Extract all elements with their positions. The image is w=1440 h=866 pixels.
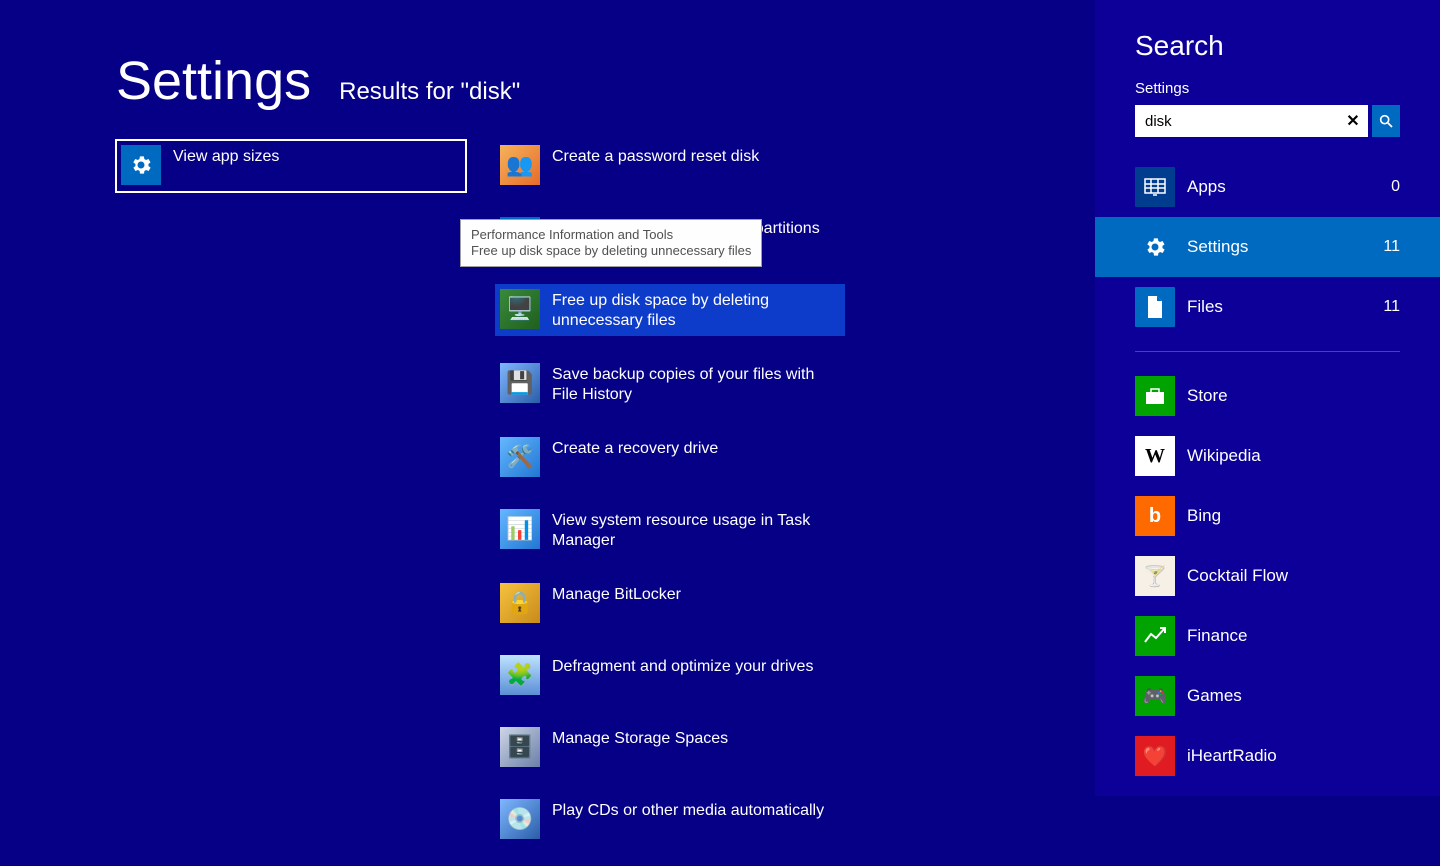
result-recovery-drive[interactable]: 🛠️ Create a recovery drive [495, 432, 845, 482]
search-app-bing[interactable]: b Bing [1095, 486, 1440, 546]
bitlocker-icon: 🔒 [500, 583, 540, 623]
category-label: Files [1187, 297, 1371, 317]
result-label: Defragment and optimize your drives [552, 655, 813, 677]
clear-icon[interactable]: ✕ [1344, 111, 1362, 131]
cocktail-icon: 🍸 [1135, 556, 1175, 596]
app-label: Bing [1187, 506, 1221, 526]
search-icon [1378, 113, 1394, 129]
result-file-history[interactable]: 💾 Save backup copies of your files with … [495, 358, 845, 410]
gear-icon [1135, 227, 1175, 267]
result-defragment[interactable]: 🧩 Defragment and optimize your drives [495, 650, 845, 700]
games-icon: 🎮 [1135, 676, 1175, 716]
page-title: Settings [116, 50, 311, 112]
search-title: Search [1135, 30, 1400, 62]
monitor-icon: 🖥️ [500, 289, 540, 329]
app-label: Games [1187, 686, 1242, 706]
category-label: Settings [1187, 237, 1371, 257]
result-label: Create a password reset disk [552, 145, 759, 167]
result-label: Create a recovery drive [552, 437, 718, 459]
search-scope: Settings [1135, 80, 1400, 97]
tooltip-title: Performance Information and Tools [471, 227, 751, 243]
result-task-manager[interactable]: 📊 View system resource usage in Task Man… [495, 504, 845, 556]
results-column-1: View app sizes [116, 140, 466, 214]
search-app-iheartradio[interactable]: ❤️ iHeartRadio [1095, 726, 1440, 786]
wikipedia-icon: W [1135, 436, 1175, 476]
app-label: Wikipedia [1187, 446, 1261, 466]
app-label: iHeartRadio [1187, 746, 1277, 766]
finance-icon [1135, 616, 1175, 656]
divider [1135, 351, 1400, 352]
search-input[interactable] [1145, 113, 1344, 130]
recovery-icon: 🛠️ [500, 437, 540, 477]
search-app-games[interactable]: 🎮 Games [1095, 666, 1440, 726]
category-apps[interactable]: Apps 0 [1095, 157, 1440, 217]
apps-grid-icon [1135, 167, 1175, 207]
category-label: Apps [1187, 177, 1379, 197]
tooltip-body: Free up disk space by deleting unnecessa… [471, 243, 751, 259]
result-password-reset-disk[interactable]: 👥 Create a password reset disk [495, 140, 845, 190]
iheartradio-icon: ❤️ [1135, 736, 1175, 776]
gear-icon [121, 145, 161, 185]
search-row: ✕ [1135, 105, 1400, 137]
result-label: Play CDs or other media automatically [552, 799, 824, 821]
users-icon: 👥 [500, 145, 540, 185]
history-drive-icon: 💾 [500, 363, 540, 403]
result-label: View system resource usage in Task Manag… [552, 509, 837, 551]
taskmgr-icon: 📊 [500, 509, 540, 549]
search-app-finance[interactable]: Finance [1095, 606, 1440, 666]
result-label: View app sizes [173, 145, 279, 167]
search-app-wikipedia[interactable]: W Wikipedia [1095, 426, 1440, 486]
autoplay-icon: 💿 [500, 799, 540, 839]
category-count: 11 [1383, 298, 1400, 316]
app-label: Store [1187, 386, 1228, 406]
category-count: 0 [1391, 178, 1400, 196]
tooltip: Performance Information and Tools Free u… [460, 219, 762, 267]
results-area: Settings Results for "disk" View app siz… [0, 0, 1095, 796]
search-app-cocktail-flow[interactable]: 🍸 Cocktail Flow [1095, 546, 1440, 606]
result-view-app-sizes[interactable]: View app sizes [116, 140, 466, 192]
header: Settings Results for "disk" [116, 50, 520, 112]
category-count: 11 [1383, 238, 1400, 256]
result-label: Save backup copies of your files with Fi… [552, 363, 837, 405]
bing-icon: b [1135, 496, 1175, 536]
result-bitlocker[interactable]: 🔒 Manage BitLocker [495, 578, 845, 628]
category-settings[interactable]: Settings 11 [1095, 217, 1440, 277]
result-storage-spaces[interactable]: 🗄️ Manage Storage Spaces [495, 722, 845, 772]
search-button[interactable] [1372, 105, 1400, 137]
search-box: ✕ [1135, 105, 1368, 137]
storage-icon: 🗄️ [500, 727, 540, 767]
result-label: Manage BitLocker [552, 583, 681, 605]
store-icon [1135, 376, 1175, 416]
search-app-store[interactable]: Store [1095, 366, 1440, 426]
file-icon [1135, 287, 1175, 327]
result-free-disk-space[interactable]: 🖥️ Free up disk space by deleting unnece… [495, 284, 845, 336]
search-pane: Search Settings ✕ Apps 0 Settings 11 Fil… [1095, 0, 1440, 796]
result-label: Free up disk space by deleting unnecessa… [552, 289, 837, 331]
category-files[interactable]: Files 11 [1095, 277, 1440, 337]
defrag-icon: 🧩 [500, 655, 540, 695]
app-label: Cocktail Flow [1187, 566, 1288, 586]
result-autoplay[interactable]: 💿 Play CDs or other media automatically [495, 794, 845, 844]
results-subtitle: Results for "disk" [339, 78, 520, 106]
app-label: Finance [1187, 626, 1247, 646]
result-label: Manage Storage Spaces [552, 727, 728, 749]
